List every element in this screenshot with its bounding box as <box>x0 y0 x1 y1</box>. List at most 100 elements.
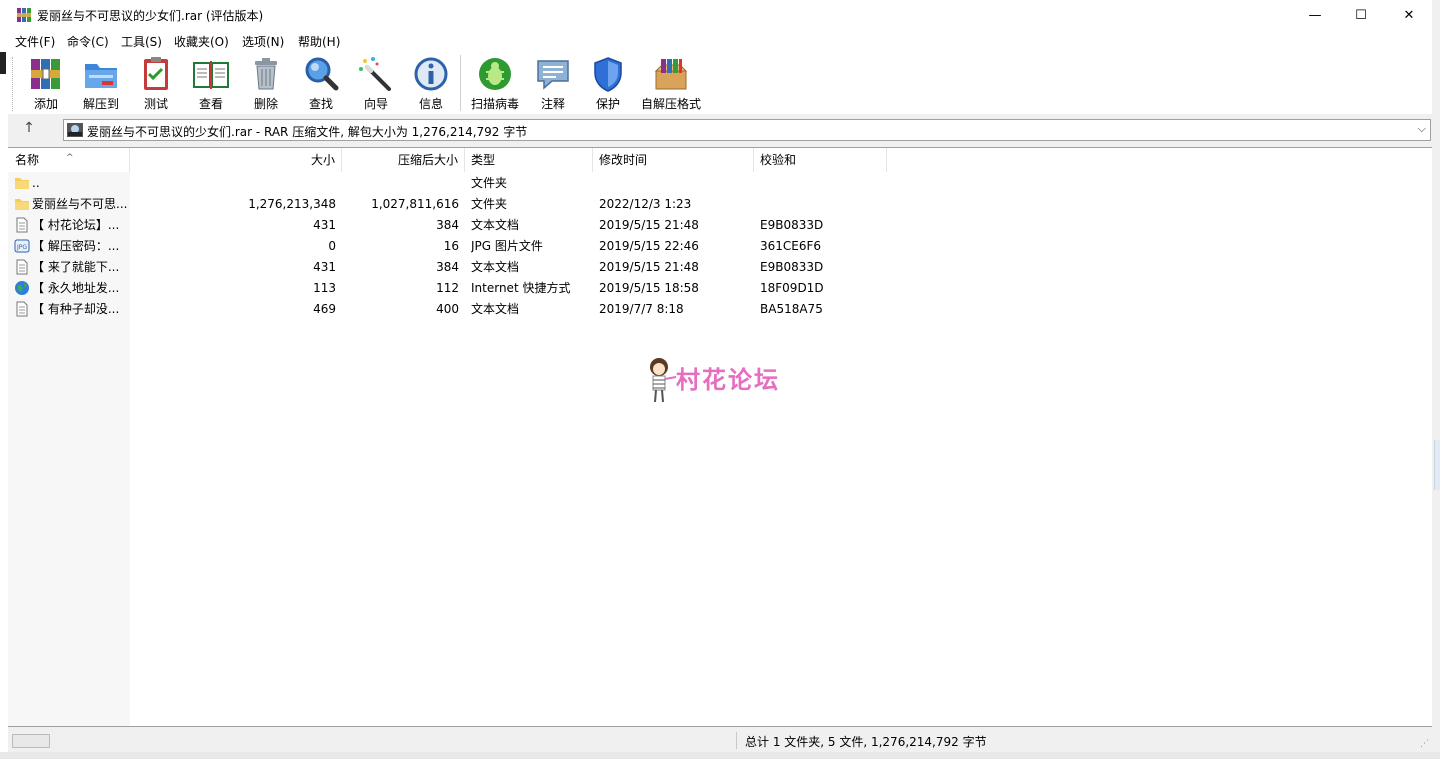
column-header-modified-label: 修改时间 <box>599 153 648 167</box>
column-header-size[interactable]: 大小 <box>130 148 342 172</box>
address-text: 爱丽丝与不可思议的少女们.rar - RAR 压缩文件, 解包大小为 1,276… <box>87 125 528 139</box>
column-header-type-label: 类型 <box>471 153 496 167</box>
menu-file[interactable]: 文件(F) <box>15 33 55 50</box>
drive-key-icon[interactable] <box>12 734 50 748</box>
cell-name: .. <box>32 176 40 190</box>
title-bar: 爱丽丝与不可思议的少女们.rar (评估版本) — ☐ ✕ <box>8 0 1432 30</box>
view-label: 查看 <box>198 97 223 111</box>
extract-folder-icon <box>85 64 117 88</box>
folder-icon <box>15 199 29 210</box>
cell-size: 0 <box>328 239 336 253</box>
scan-virus-button[interactable]: 扫描病毒 <box>468 55 522 111</box>
add-button[interactable]: 添加 <box>19 55 73 111</box>
menu-favorites[interactable]: 收藏夹(O) <box>174 33 229 50</box>
delete-label: 删除 <box>253 97 278 111</box>
cell-packed: 1,027,811,616 <box>371 197 459 211</box>
protect-button[interactable]: 保护 <box>581 55 635 111</box>
test-clipboard-icon <box>144 57 168 90</box>
column-header-packed[interactable]: 压缩后大小 <box>342 148 465 172</box>
maximize-button[interactable]: ☐ <box>1338 0 1384 30</box>
text-file-icon <box>16 217 28 233</box>
sfx-button[interactable]: 自解压格式 <box>636 55 706 111</box>
girl-mascot-icon <box>650 358 677 403</box>
desktop-background-right <box>1432 0 1440 759</box>
column-header-checksum-label: 校验和 <box>760 153 797 167</box>
minimize-button[interactable]: — <box>1292 0 1338 30</box>
table-row[interactable]: 【 永久地址发... 113 112 Internet 快捷方式 2019/5/… <box>8 278 1432 299</box>
cell-name: 【 来了就能下... <box>32 260 120 274</box>
table-row[interactable]: 【 来了就能下... 431 384 文本文档 2019/5/15 21:48 … <box>8 257 1432 278</box>
cell-mtime <box>599 173 754 194</box>
table-row[interactable]: JPG 【 解压密码：... 0 16 JPG 图片文件 2019/5/15 2… <box>8 236 1432 257</box>
chevron-down-icon[interactable]: ⌵ <box>1418 122 1426 136</box>
cell-packed: 16 <box>443 239 459 253</box>
cell-type: JPG 图片文件 <box>471 239 543 253</box>
cell-crc: 361CE6F6 <box>760 239 822 253</box>
comment-button[interactable]: 注释 <box>526 55 580 111</box>
test-label: 测试 <box>143 97 168 111</box>
cell-mtime: 2019/5/15 21:48 <box>599 260 699 274</box>
maximize-icon: ☐ <box>1355 7 1367 23</box>
cell-type: 文本文档 <box>471 218 520 232</box>
comment-label: 注释 <box>540 97 565 111</box>
delete-button[interactable]: 删除 <box>239 55 293 111</box>
status-bar: 总计 1 文件夹, 5 文件, 1,276,214,792 字节 ⋰ <box>8 729 1432 752</box>
address-bar: ↑ 爱丽丝与不可思议的少女们.rar - RAR 压缩文件, 解包大小为 1,2… <box>8 114 1432 146</box>
column-header-modified[interactable]: 修改时间 <box>593 148 754 172</box>
wizard-button[interactable]: 向导 <box>349 55 403 111</box>
cell-crc <box>760 194 890 215</box>
extract-to-label: 解压到 <box>82 97 119 111</box>
window-title: 爱丽丝与不可思议的少女们.rar (评估版本) <box>37 9 264 23</box>
up-arrow-icon: ↑ <box>23 120 35 136</box>
info-button[interactable]: 信息 <box>404 55 458 111</box>
column-header-packed-label: 压缩后大小 <box>397 153 458 167</box>
watermark-text: 村花论坛 <box>676 366 780 394</box>
column-header-name[interactable]: 名称 ^ <box>8 148 130 172</box>
test-button[interactable]: 测试 <box>129 55 183 111</box>
table-row[interactable]: .. 文件夹 <box>8 173 1432 194</box>
address-field[interactable]: 爱丽丝与不可思议的少女们.rar - RAR 压缩文件, 解包大小为 1,276… <box>63 119 1431 141</box>
text-file-icon <box>16 301 28 317</box>
menu-commands[interactable]: 命令(C) <box>67 33 109 50</box>
up-one-level-button[interactable]: ↑ <box>18 120 40 140</box>
cell-packed: 400 <box>436 302 459 316</box>
menu-tools[interactable]: 工具(S) <box>121 33 162 50</box>
table-row[interactable]: 爱丽丝与不可思... 1,276,213,348 1,027,811,616 文… <box>8 194 1432 215</box>
cell-size <box>138 173 336 194</box>
sfx-box-icon <box>654 59 688 90</box>
cell-crc: 18F09D1D <box>760 281 824 295</box>
find-label: 查找 <box>308 97 333 111</box>
cell-mtime: 2019/5/15 18:58 <box>599 281 699 295</box>
cell-name: 【 永久地址发... <box>32 281 120 295</box>
winrar-app-icon <box>17 8 31 22</box>
column-header-type[interactable]: 类型 <box>465 148 593 172</box>
extract-to-button[interactable]: 解压到 <box>74 55 128 111</box>
status-summary: 总计 1 文件夹, 5 文件, 1,276,214,792 字节 <box>745 735 987 749</box>
cell-size: 431 <box>313 218 336 232</box>
table-row[interactable]: 【 村花论坛】... 431 384 文本文档 2019/5/15 21:48 … <box>8 215 1432 236</box>
cell-size: 113 <box>313 281 336 295</box>
menu-help[interactable]: 帮助(H) <box>298 33 340 50</box>
cell-packed <box>344 173 459 194</box>
column-header-checksum[interactable]: 校验和 <box>754 148 887 172</box>
table-row[interactable]: 【 有种子却没... 469 400 文本文档 2019/7/7 8:18 BA… <box>8 299 1432 320</box>
cell-type: 文本文档 <box>471 260 520 274</box>
cell-name: 【 解压密码：... <box>32 239 120 253</box>
menu-bar: 文件(F) 命令(C) 工具(S) 收藏夹(O) 选项(N) 帮助(H) <box>8 30 1432 51</box>
view-button[interactable]: 查看 <box>184 55 238 111</box>
cell-name: 爱丽丝与不可思... <box>32 197 128 211</box>
close-icon: ✕ <box>1403 7 1415 23</box>
minimize-icon: — <box>1308 7 1322 23</box>
find-button[interactable]: 查找 <box>294 55 348 111</box>
comment-bubble-icon <box>537 60 569 90</box>
cell-name: 【 有种子却没... <box>32 302 120 316</box>
cell-crc <box>760 173 890 194</box>
svg-text:JPG: JPG <box>16 244 27 251</box>
cell-crc: E9B0833D <box>760 260 824 274</box>
menu-options[interactable]: 选项(N) <box>242 33 284 50</box>
rar-file-icon <box>67 123 83 137</box>
close-button[interactable]: ✕ <box>1386 0 1432 30</box>
file-list: 名称 ^ 大小 压缩后大小 类型 修改时间 校验和 .. 文件夹 爱丽丝与不可思… <box>8 147 1432 727</box>
resize-grip-icon[interactable]: ⋰ <box>1420 739 1429 749</box>
status-separator <box>736 732 737 749</box>
